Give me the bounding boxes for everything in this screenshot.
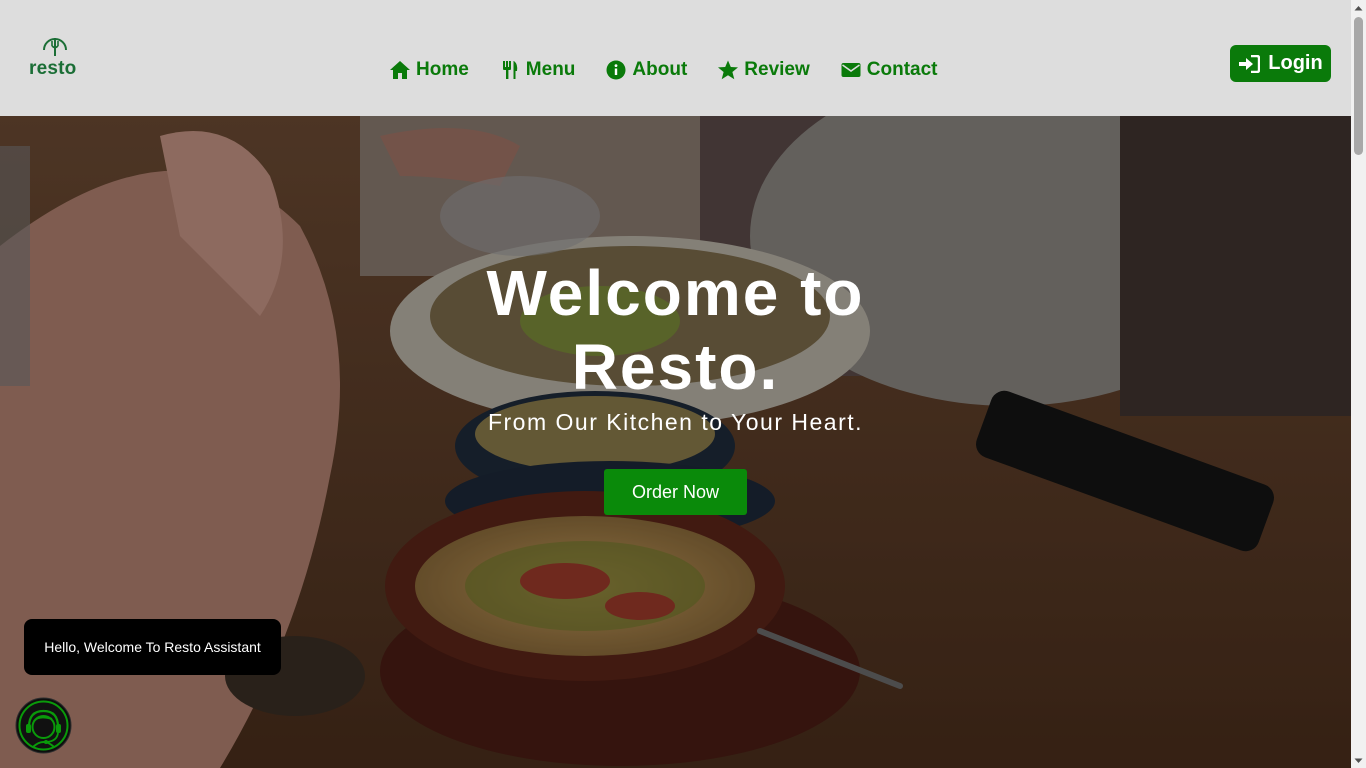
utensils-icon (499, 59, 521, 81)
support-agent-icon[interactable] (15, 697, 72, 754)
star-icon (717, 59, 739, 81)
scroll-up-arrow-icon[interactable] (1351, 0, 1366, 15)
nav-menu-label: Menu (525, 59, 576, 80)
logo-text: resto (29, 58, 77, 79)
nav-menu[interactable]: Menu (499, 56, 576, 84)
scroll-thumb[interactable] (1354, 17, 1363, 155)
nav-review-label: Review (744, 59, 810, 80)
order-now-button[interactable]: Order Now (604, 469, 747, 515)
hero-title-line1: Welcome to (486, 257, 865, 329)
envelope-icon (840, 59, 862, 81)
hero-title: Welcome to Resto. (0, 256, 1351, 404)
hero-subtitle: From Our Kitchen to Your Heart. (487, 409, 864, 435)
navbar: resto Home Menu About Review Contact Log… (0, 0, 1351, 116)
nav-review[interactable]: Review (717, 56, 810, 84)
chef-fork-icon (43, 38, 67, 56)
page-scrollbar[interactable] (1351, 0, 1366, 768)
page: resto Home Menu About Review Contact Log… (0, 0, 1366, 768)
nav-contact-label: Contact (866, 59, 938, 80)
scroll-down-arrow-icon[interactable] (1351, 753, 1366, 768)
nav-about-label: About (632, 59, 688, 80)
sign-in-icon (1238, 54, 1261, 73)
info-icon (605, 59, 627, 81)
nav-home[interactable]: Home (389, 56, 469, 84)
logo[interactable]: resto (27, 36, 85, 80)
home-icon (389, 59, 411, 81)
nav-about[interactable]: About (605, 56, 687, 84)
nav-contact[interactable]: Contact (840, 56, 938, 84)
login-button[interactable]: Login (1230, 45, 1331, 82)
hero-title-line2: Resto. (571, 331, 780, 403)
login-label: Login (1268, 52, 1323, 74)
main-nav: Home Menu About Review Contact (389, 56, 968, 84)
assistant-greeting-bubble: Hello, Welcome To Resto Assistant (24, 619, 281, 675)
nav-home-label: Home (416, 59, 469, 80)
